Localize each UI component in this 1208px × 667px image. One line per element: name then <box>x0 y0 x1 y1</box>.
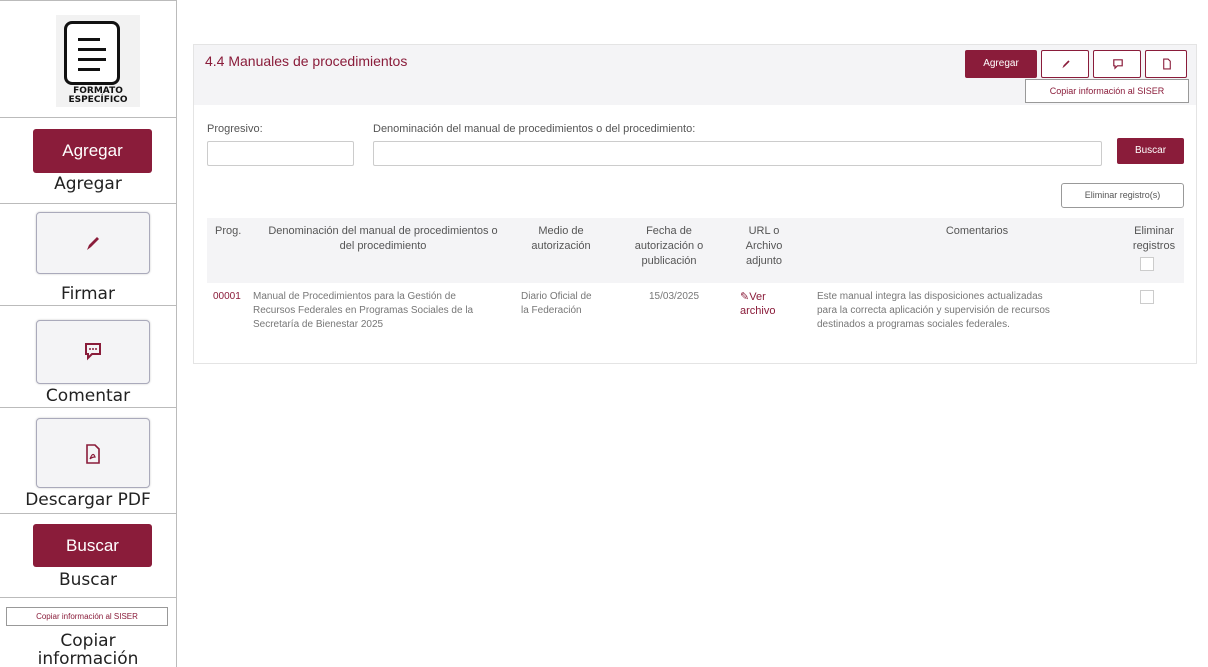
progresivo-label: Progresivo: <box>207 123 263 135</box>
pdf-icon <box>1163 58 1171 70</box>
header-url: URL o Archivo adjunto <box>745 225 783 267</box>
header-denominacion: Denominación del manual de procedimiento… <box>268 225 498 252</box>
agregar-caption: Agregar <box>54 174 122 194</box>
buscar-button-sample[interactable]: Buscar <box>33 524 152 567</box>
header-eliminar: Eliminar registros <box>1132 225 1176 252</box>
denominacion-input[interactable] <box>373 141 1102 166</box>
comment-icon <box>1113 59 1123 70</box>
agregar-button[interactable]: Agregar <box>965 50 1037 78</box>
eliminar-registros-button[interactable]: Eliminar registro(s) <box>1061 183 1184 208</box>
legend-cell-agregar: Agregar Agregar <box>0 118 176 204</box>
row-prog: 00001 <box>213 291 241 302</box>
attachment-icon: ✎ <box>740 291 750 303</box>
firmar-caption: Firmar <box>61 284 115 304</box>
pen-icon <box>1062 60 1070 69</box>
agregar-button-sample[interactable]: Agregar <box>33 129 152 173</box>
pdf-caption: Descargar PDF <box>25 490 151 510</box>
copiar-siser-button[interactable]: Copiar información al SISER <box>1025 79 1189 103</box>
ver-archivo-link[interactable]: ✎Ver archivo <box>740 290 775 318</box>
pdf-icon <box>86 444 100 464</box>
legend-cell-comentar: Comentar <box>0 306 176 408</box>
comentar-caption: Comentar <box>45 386 131 406</box>
copiar-caption: Copiar información <box>37 631 139 667</box>
legend-column: FORMATO ESPECÍFICO Agregar Agregar Firma… <box>0 0 177 667</box>
row-select-checkbox[interactable] <box>1140 290 1154 304</box>
copiar-button-sample[interactable]: Copiar información al SISER <box>6 607 168 626</box>
logo-text: FORMATO ESPECÍFICO <box>68 86 128 105</box>
table-header: Prog. Denominación del manual de procedi… <box>207 218 1184 283</box>
select-all-checkbox[interactable] <box>1140 257 1154 271</box>
comment-icon <box>85 343 101 361</box>
legend-cell-firmar: Firmar <box>0 204 176 306</box>
row-fecha: 15/03/2025 <box>649 291 700 302</box>
buscar-button[interactable]: Buscar <box>1117 138 1184 164</box>
firmar-button-sample[interactable] <box>36 212 150 274</box>
header-comentarios: Comentarios <box>945 225 1009 237</box>
panel-header: 4.4 Manuales de procedimientos Agregar C… <box>194 45 1196 105</box>
buscar-caption: Buscar <box>58 570 118 590</box>
row-denominacion: Manual de Procedimientos para la Gestión… <box>253 291 474 330</box>
header-prog: Prog. <box>215 225 242 237</box>
header-medio: Medio de autorización <box>531 225 591 252</box>
denominacion-label: Denominación del manual de procedimiento… <box>373 123 696 135</box>
header-fecha: Fecha de autorización o publicación <box>634 225 704 267</box>
pdf-button[interactable] <box>1145 50 1187 78</box>
legend-cell-buscar: Buscar Buscar <box>0 514 176 598</box>
pen-icon <box>87 237 99 250</box>
firmar-button[interactable] <box>1041 50 1089 78</box>
pdf-button-sample[interactable] <box>36 418 150 488</box>
page-title: 4.4 Manuales de procedimientos <box>205 53 408 69</box>
comentar-button-sample[interactable] <box>36 320 150 384</box>
legend-cell-copiar: Copiar información al SISER Copiar infor… <box>0 598 176 667</box>
formato-especifico-logo: FORMATO ESPECÍFICO <box>56 15 140 107</box>
row-medio: Diario Oficial de la Federación <box>521 291 592 316</box>
legend-cell-formato: FORMATO ESPECÍFICO <box>0 1 176 118</box>
legend-cell-pdf: Descargar PDF <box>0 408 176 514</box>
comentar-button[interactable] <box>1093 50 1141 78</box>
manuales-panel: 4.4 Manuales de procedimientos Agregar C… <box>193 44 1197 364</box>
row-comentarios: Este manual integra las disposiciones ac… <box>817 291 1050 330</box>
document-icon <box>64 21 120 85</box>
progresivo-input[interactable] <box>207 141 354 166</box>
